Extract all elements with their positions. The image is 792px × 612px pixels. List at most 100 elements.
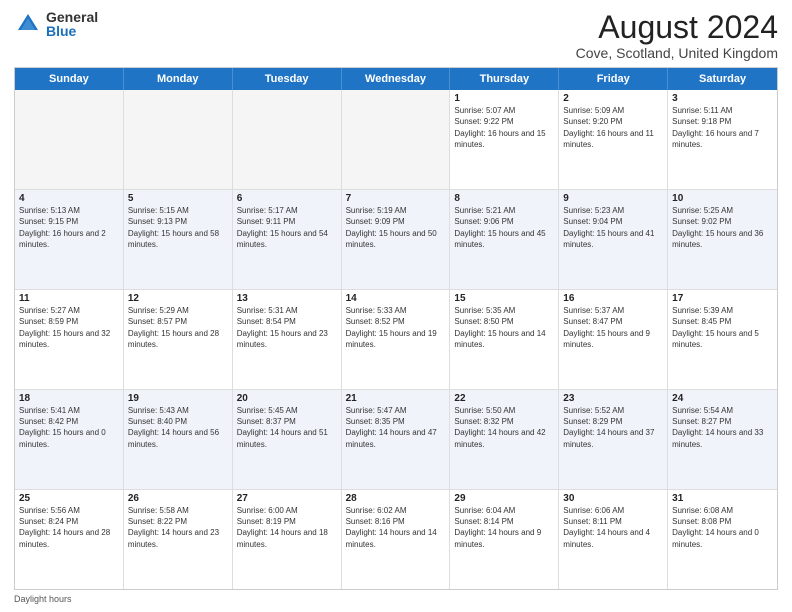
calendar-cell-11: 11Sunrise: 5:27 AMSunset: 8:59 PMDayligh… [15, 290, 124, 389]
calendar-cell-24: 24Sunrise: 5:54 AMSunset: 8:27 PMDayligh… [668, 390, 777, 489]
day-number: 30 [563, 493, 663, 504]
calendar-cell-10: 10Sunrise: 5:25 AMSunset: 9:02 PMDayligh… [668, 190, 777, 289]
header: General Blue August 2024 Cove, Scotland,… [14, 10, 778, 61]
cell-info: Sunrise: 5:17 AMSunset: 9:11 PMDaylight:… [237, 205, 337, 250]
cell-info: Sunrise: 5:11 AMSunset: 9:18 PMDaylight:… [672, 105, 773, 150]
day-number: 27 [237, 493, 337, 504]
cell-info: Sunrise: 5:31 AMSunset: 8:54 PMDaylight:… [237, 305, 337, 350]
calendar-cell-empty [233, 90, 342, 189]
day-number: 2 [563, 93, 663, 104]
cell-info: Sunrise: 5:25 AMSunset: 9:02 PMDaylight:… [672, 205, 773, 250]
cell-info: Sunrise: 5:47 AMSunset: 8:35 PMDaylight:… [346, 405, 446, 450]
day-number: 7 [346, 193, 446, 204]
cell-info: Sunrise: 5:33 AMSunset: 8:52 PMDaylight:… [346, 305, 446, 350]
day-number: 4 [19, 193, 119, 204]
calendar-cell-17: 17Sunrise: 5:39 AMSunset: 8:45 PMDayligh… [668, 290, 777, 389]
cell-info: Sunrise: 5:52 AMSunset: 8:29 PMDaylight:… [563, 405, 663, 450]
day-number: 22 [454, 393, 554, 404]
day-number: 8 [454, 193, 554, 204]
footer: Daylight hours [14, 594, 778, 604]
day-number: 15 [454, 293, 554, 304]
day-number: 23 [563, 393, 663, 404]
calendar-cell-29: 29Sunrise: 6:04 AMSunset: 8:14 PMDayligh… [450, 490, 559, 589]
cell-info: Sunrise: 6:06 AMSunset: 8:11 PMDaylight:… [563, 505, 663, 550]
header-day-tuesday: Tuesday [233, 68, 342, 90]
day-number: 10 [672, 193, 773, 204]
cell-info: Sunrise: 5:56 AMSunset: 8:24 PMDaylight:… [19, 505, 119, 550]
cell-info: Sunrise: 5:50 AMSunset: 8:32 PMDaylight:… [454, 405, 554, 450]
cell-info: Sunrise: 6:00 AMSunset: 8:19 PMDaylight:… [237, 505, 337, 550]
day-number: 9 [563, 193, 663, 204]
cell-info: Sunrise: 5:27 AMSunset: 8:59 PMDaylight:… [19, 305, 119, 350]
calendar-cell-27: 27Sunrise: 6:00 AMSunset: 8:19 PMDayligh… [233, 490, 342, 589]
day-number: 1 [454, 93, 554, 104]
header-day-monday: Monday [124, 68, 233, 90]
title-block: August 2024 Cove, Scotland, United Kingd… [576, 10, 778, 61]
calendar-cell-20: 20Sunrise: 5:45 AMSunset: 8:37 PMDayligh… [233, 390, 342, 489]
calendar-cell-1: 1Sunrise: 5:07 AMSunset: 9:22 PMDaylight… [450, 90, 559, 189]
day-number: 11 [19, 293, 119, 304]
month-year: August 2024 [576, 10, 778, 45]
calendar-cell-12: 12Sunrise: 5:29 AMSunset: 8:57 PMDayligh… [124, 290, 233, 389]
calendar-cell-19: 19Sunrise: 5:43 AMSunset: 8:40 PMDayligh… [124, 390, 233, 489]
day-number: 26 [128, 493, 228, 504]
footer-label: Daylight hours [14, 594, 72, 604]
calendar-cell-6: 6Sunrise: 5:17 AMSunset: 9:11 PMDaylight… [233, 190, 342, 289]
calendar-week-4: 18Sunrise: 5:41 AMSunset: 8:42 PMDayligh… [15, 390, 777, 490]
day-number: 28 [346, 493, 446, 504]
calendar-week-3: 11Sunrise: 5:27 AMSunset: 8:59 PMDayligh… [15, 290, 777, 390]
logo: General Blue [14, 10, 98, 38]
calendar-header: SundayMondayTuesdayWednesdayThursdayFrid… [15, 68, 777, 90]
calendar-cell-25: 25Sunrise: 5:56 AMSunset: 8:24 PMDayligh… [15, 490, 124, 589]
calendar-body: 1Sunrise: 5:07 AMSunset: 9:22 PMDaylight… [15, 90, 777, 589]
header-day-saturday: Saturday [668, 68, 777, 90]
calendar-cell-21: 21Sunrise: 5:47 AMSunset: 8:35 PMDayligh… [342, 390, 451, 489]
day-number: 29 [454, 493, 554, 504]
calendar-cell-26: 26Sunrise: 5:58 AMSunset: 8:22 PMDayligh… [124, 490, 233, 589]
calendar-cell-empty [15, 90, 124, 189]
calendar-cell-3: 3Sunrise: 5:11 AMSunset: 9:18 PMDaylight… [668, 90, 777, 189]
day-number: 6 [237, 193, 337, 204]
logo-general: General [46, 10, 98, 24]
calendar-cell-4: 4Sunrise: 5:13 AMSunset: 9:15 PMDaylight… [15, 190, 124, 289]
header-day-friday: Friday [559, 68, 668, 90]
calendar-cell-18: 18Sunrise: 5:41 AMSunset: 8:42 PMDayligh… [15, 390, 124, 489]
day-number: 18 [19, 393, 119, 404]
page: General Blue August 2024 Cove, Scotland,… [0, 0, 792, 612]
calendar-cell-empty [124, 90, 233, 189]
logo-blue: Blue [46, 24, 98, 38]
cell-info: Sunrise: 5:13 AMSunset: 9:15 PMDaylight:… [19, 205, 119, 250]
day-number: 13 [237, 293, 337, 304]
calendar-cell-empty [342, 90, 451, 189]
cell-info: Sunrise: 5:39 AMSunset: 8:45 PMDaylight:… [672, 305, 773, 350]
cell-info: Sunrise: 5:41 AMSunset: 8:42 PMDaylight:… [19, 405, 119, 450]
calendar: SundayMondayTuesdayWednesdayThursdayFrid… [14, 67, 778, 590]
cell-info: Sunrise: 5:43 AMSunset: 8:40 PMDaylight:… [128, 405, 228, 450]
day-number: 20 [237, 393, 337, 404]
location: Cove, Scotland, United Kingdom [576, 45, 778, 61]
calendar-week-5: 25Sunrise: 5:56 AMSunset: 8:24 PMDayligh… [15, 490, 777, 589]
cell-info: Sunrise: 6:08 AMSunset: 8:08 PMDaylight:… [672, 505, 773, 550]
cell-info: Sunrise: 5:29 AMSunset: 8:57 PMDaylight:… [128, 305, 228, 350]
calendar-cell-14: 14Sunrise: 5:33 AMSunset: 8:52 PMDayligh… [342, 290, 451, 389]
cell-info: Sunrise: 5:19 AMSunset: 9:09 PMDaylight:… [346, 205, 446, 250]
cell-info: Sunrise: 6:04 AMSunset: 8:14 PMDaylight:… [454, 505, 554, 550]
logo-text: General Blue [46, 10, 98, 38]
calendar-week-2: 4Sunrise: 5:13 AMSunset: 9:15 PMDaylight… [15, 190, 777, 290]
calendar-cell-23: 23Sunrise: 5:52 AMSunset: 8:29 PMDayligh… [559, 390, 668, 489]
calendar-cell-28: 28Sunrise: 6:02 AMSunset: 8:16 PMDayligh… [342, 490, 451, 589]
cell-info: Sunrise: 5:58 AMSunset: 8:22 PMDaylight:… [128, 505, 228, 550]
cell-info: Sunrise: 5:21 AMSunset: 9:06 PMDaylight:… [454, 205, 554, 250]
cell-info: Sunrise: 6:02 AMSunset: 8:16 PMDaylight:… [346, 505, 446, 550]
calendar-cell-16: 16Sunrise: 5:37 AMSunset: 8:47 PMDayligh… [559, 290, 668, 389]
calendar-cell-8: 8Sunrise: 5:21 AMSunset: 9:06 PMDaylight… [450, 190, 559, 289]
cell-info: Sunrise: 5:45 AMSunset: 8:37 PMDaylight:… [237, 405, 337, 450]
calendar-cell-13: 13Sunrise: 5:31 AMSunset: 8:54 PMDayligh… [233, 290, 342, 389]
day-number: 24 [672, 393, 773, 404]
day-number: 25 [19, 493, 119, 504]
day-number: 3 [672, 93, 773, 104]
calendar-cell-30: 30Sunrise: 6:06 AMSunset: 8:11 PMDayligh… [559, 490, 668, 589]
day-number: 16 [563, 293, 663, 304]
calendar-cell-15: 15Sunrise: 5:35 AMSunset: 8:50 PMDayligh… [450, 290, 559, 389]
header-day-wednesday: Wednesday [342, 68, 451, 90]
